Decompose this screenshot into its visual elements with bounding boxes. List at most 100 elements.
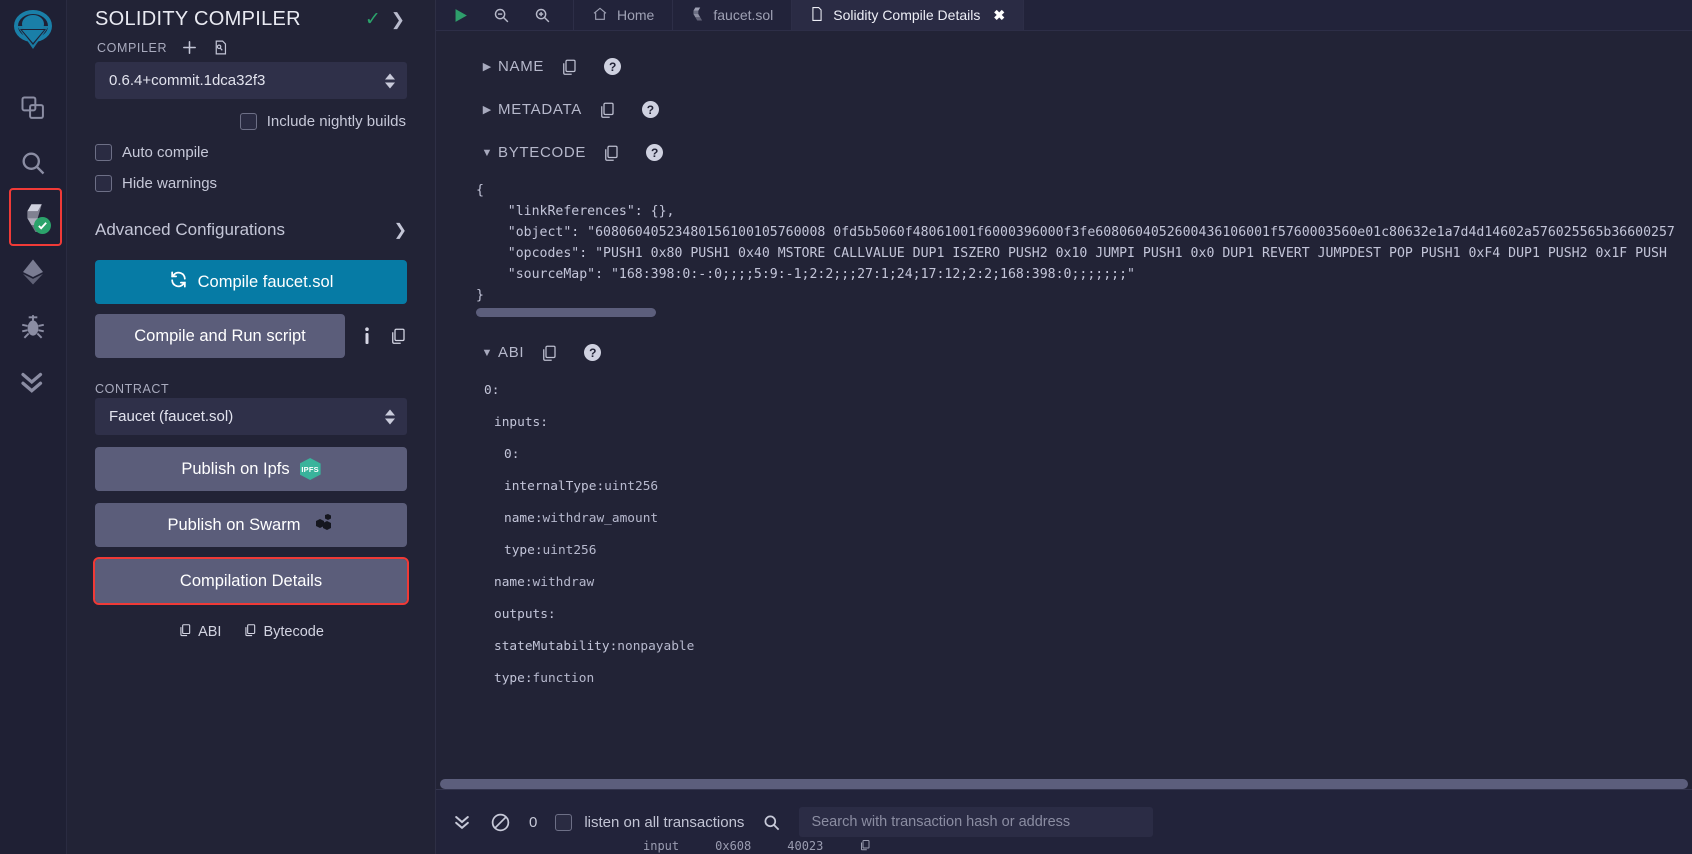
copy-abi-link[interactable]: ABI — [178, 623, 221, 641]
abi-line-key: stateMutability: — [494, 639, 617, 654]
sidebar-item-plugin-manager[interactable] — [0, 354, 67, 409]
abi-line: type: uint256 — [474, 534, 1692, 566]
contract-select-value: Faucet (faucet.sol) — [109, 408, 233, 425]
section-bytecode[interactable]: ▼ BYTECODE ? — [436, 131, 1692, 174]
zoom-in-icon[interactable] — [534, 7, 551, 24]
tab-solidity-compile-details[interactable]: Solidity Compile Details ✖ — [792, 0, 1024, 30]
advanced-configurations-label: Advanced Configurations — [95, 220, 285, 240]
chevrons-down-icon[interactable] — [452, 812, 472, 832]
sidebar-item-deploy-run[interactable] — [0, 244, 67, 299]
section-abi[interactable]: ▼ ABI ? — [436, 331, 1692, 374]
compile-status-check-icon: ✓ — [365, 10, 381, 29]
tab-faucet-sol-label: faucet.sol — [713, 7, 773, 23]
plus-icon[interactable] — [181, 39, 198, 56]
zoom-out-icon[interactable] — [493, 7, 510, 24]
copy-icon[interactable] — [540, 344, 558, 362]
sidebar-item-debugger[interactable] — [0, 299, 67, 354]
compilation-details-label: Compilation Details — [180, 572, 322, 591]
search-icon[interactable] — [762, 813, 781, 832]
abi-line: type: function — [474, 662, 1692, 694]
include-nightly-builds-checkbox[interactable] — [240, 113, 257, 130]
abi-line-value: withdraw_amount — [543, 511, 659, 526]
compile-button[interactable]: Compile faucet.sol — [95, 260, 407, 304]
info-icon[interactable] — [359, 326, 375, 346]
auto-compile-row[interactable]: Auto compile — [95, 144, 407, 161]
abi-line-key: type: — [494, 671, 533, 686]
section-name[interactable]: ▶ NAME ? — [436, 45, 1692, 88]
content-horizontal-scrollbar[interactable] — [436, 779, 1692, 789]
swarm-icon — [310, 513, 334, 538]
scrollbar-thumb[interactable] — [440, 779, 1688, 789]
abi-line-key: inputs: — [494, 415, 548, 430]
abi-line-key: internalType: — [504, 479, 604, 494]
abi-line: name: withdraw — [474, 566, 1692, 598]
clear-console-icon[interactable] — [490, 812, 511, 833]
section-metadata[interactable]: ▶ METADATA ? — [436, 88, 1692, 131]
copy-bytecode-label: Bytecode — [263, 624, 323, 640]
listen-on-all-transactions-checkbox[interactable] — [555, 814, 572, 831]
tab-solidity-compile-details-label: Solidity Compile Details — [833, 7, 980, 23]
terminal-search-placeholder: Search with transaction hash or address — [811, 814, 1070, 830]
remix-ide-window: SOLIDITY COMPILER ✓ ❯ COMPILER 0.6.4+com… — [0, 0, 1692, 854]
sidebar-item-solidity-compiler[interactable] — [11, 190, 60, 244]
compilation-details-button[interactable]: Compilation Details — [95, 559, 407, 603]
advanced-configurations-toggle[interactable]: Advanced Configurations ❯ — [95, 220, 407, 242]
chevron-down-icon[interactable]: ▼ — [476, 147, 498, 159]
help-icon[interactable]: ? — [584, 344, 601, 361]
bytecode-horizontal-scrollbar[interactable] — [476, 308, 656, 317]
publish-on-ipfs-button[interactable]: Publish on Ipfs IPFS — [95, 447, 407, 491]
copy-icon[interactable] — [560, 58, 578, 76]
help-icon[interactable]: ? — [642, 101, 659, 118]
abi-line: name: withdraw_amount — [474, 502, 1692, 534]
copy-bytecode-link[interactable]: Bytecode — [243, 623, 323, 641]
compiler-version-value: 0.6.4+commit.1dca32f3 — [109, 72, 265, 89]
chevron-right-icon[interactable]: ▶ — [476, 60, 498, 73]
abi-line-value: uint256 — [543, 543, 597, 558]
abi-line-value: withdraw — [533, 575, 595, 590]
compiler-version-select[interactable]: 0.6.4+commit.1dca32f3 — [95, 62, 407, 99]
listen-on-all-transactions-row[interactable]: listen on all transactions — [555, 814, 744, 831]
help-icon[interactable]: ? — [646, 144, 663, 161]
chevron-right-icon[interactable]: ▶ — [476, 103, 498, 116]
sidebar-item-search[interactable] — [0, 135, 67, 190]
auto-compile-checkbox[interactable] — [95, 144, 112, 161]
copy-icon[interactable] — [859, 839, 871, 854]
include-nightly-builds-label: Include nightly builds — [267, 113, 406, 130]
remix-logo[interactable] — [0, 4, 67, 60]
compile-and-run-script-button[interactable]: Compile and Run script — [95, 314, 345, 358]
copy-icon[interactable] — [389, 327, 407, 345]
copy-icon[interactable] — [598, 101, 616, 119]
tab-home[interactable]: Home — [574, 0, 673, 30]
section-abi-title: ABI — [498, 344, 524, 361]
terminal-search-input[interactable]: Search with transaction hash or address — [799, 807, 1153, 837]
chevron-down-icon[interactable]: ▼ — [476, 347, 498, 359]
contract-select[interactable]: Faucet (faucet.sol) — [95, 398, 407, 435]
sidebar-item-file-explorer[interactable] — [0, 80, 67, 135]
copy-icon[interactable] — [602, 144, 620, 162]
load-config-file-icon[interactable] — [212, 39, 229, 56]
chevron-updown-icon — [385, 409, 395, 424]
publish-on-swarm-label: Publish on Swarm — [168, 516, 301, 535]
hide-warnings-checkbox[interactable] — [95, 175, 112, 192]
close-icon[interactable]: ✖ — [993, 7, 1005, 24]
panel-expand-chevron-icon[interactable]: ❯ — [391, 11, 407, 28]
section-name-title: NAME — [498, 58, 544, 75]
include-nightly-builds-row[interactable]: Include nightly builds — [95, 113, 407, 130]
compile-button-label: Compile faucet.sol — [198, 273, 334, 292]
file-icon — [810, 6, 824, 25]
abi-line: inputs: — [474, 406, 1692, 438]
run-icon[interactable] — [452, 7, 469, 24]
tab-faucet-sol[interactable]: faucet.sol — [673, 0, 792, 30]
copy-icon — [178, 623, 192, 641]
publish-on-swarm-button[interactable]: Publish on Swarm — [95, 503, 407, 547]
hide-warnings-row[interactable]: Hide warnings — [95, 175, 407, 192]
home-icon — [592, 6, 608, 25]
chevron-right-icon: ❯ — [394, 220, 407, 240]
solidity-compiler-panel: SOLIDITY COMPILER ✓ ❯ COMPILER 0.6.4+com… — [67, 0, 436, 854]
abi-line-key: 0: — [504, 447, 519, 462]
main-area: Home faucet.sol Solidity Compile De — [436, 0, 1692, 854]
auto-compile-label: Auto compile — [122, 144, 209, 161]
abi-line: outputs: — [474, 598, 1692, 630]
help-icon[interactable]: ? — [604, 58, 621, 75]
page-title: SOLIDITY COMPILER — [95, 8, 355, 31]
